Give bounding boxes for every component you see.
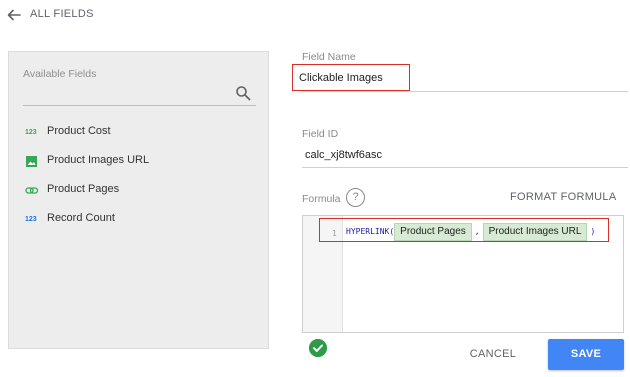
available-fields-title: Available Fields xyxy=(23,68,97,80)
line-number: 1 xyxy=(332,229,337,238)
field-item-product-pages[interactable]: Product Pages xyxy=(23,182,253,200)
field-item-label: Product Images URL xyxy=(47,154,150,166)
function-name: HYPERLINK( xyxy=(346,227,395,236)
field-item-record-count[interactable]: 123 Record Count xyxy=(23,211,253,229)
field-id-underline xyxy=(302,167,628,168)
formula-code-line[interactable]: HYPERLINK(Product Pages, Product Images U… xyxy=(346,223,595,241)
field-name-input[interactable]: Clickable Images xyxy=(292,64,410,91)
argument-separator: , xyxy=(474,227,480,236)
field-item-label: Product Pages xyxy=(47,183,120,195)
formula-label: Formula xyxy=(302,193,341,205)
field-chip-product-pages[interactable]: Product Pages xyxy=(394,223,472,241)
closing-paren: ) xyxy=(590,227,596,236)
image-icon xyxy=(26,156,37,167)
field-id-label: Field ID xyxy=(302,128,339,140)
back-arrow-icon[interactable] xyxy=(6,7,22,23)
field-name-label: Field Name xyxy=(302,51,356,63)
search-icon[interactable] xyxy=(235,85,251,101)
number-icon: 123 xyxy=(25,216,37,223)
field-item-product-cost[interactable]: 123 Product Cost xyxy=(23,124,253,142)
field-item-label: Product Cost xyxy=(47,125,111,137)
line-gutter: 1 xyxy=(303,216,343,332)
all-fields-link[interactable]: ALL FIELDS xyxy=(30,8,94,20)
field-name-underline xyxy=(302,91,628,92)
save-button[interactable]: SAVE xyxy=(548,339,624,370)
search-underline xyxy=(23,105,256,106)
format-formula-button[interactable]: FORMAT FORMULA xyxy=(510,191,616,203)
formula-editor[interactable]: 1 HYPERLINK(Product Pages, Product Images… xyxy=(302,215,624,333)
top-bar: ALL FIELDS xyxy=(0,0,630,30)
valid-check-icon xyxy=(309,339,327,357)
field-item-product-images-url[interactable]: Product Images URL xyxy=(23,153,253,171)
field-id-value: calc_xj8twf6asc xyxy=(305,149,383,161)
number-icon: 123 xyxy=(25,129,37,136)
available-fields-panel: Available Fields 123 Product Cost Produc… xyxy=(8,51,269,349)
link-icon xyxy=(25,187,39,194)
cancel-button[interactable]: CANCEL xyxy=(460,344,526,364)
help-icon[interactable]: ? xyxy=(346,188,365,207)
field-item-label: Record Count xyxy=(47,212,115,224)
field-chip-product-images-url[interactable]: Product Images URL xyxy=(482,223,588,241)
